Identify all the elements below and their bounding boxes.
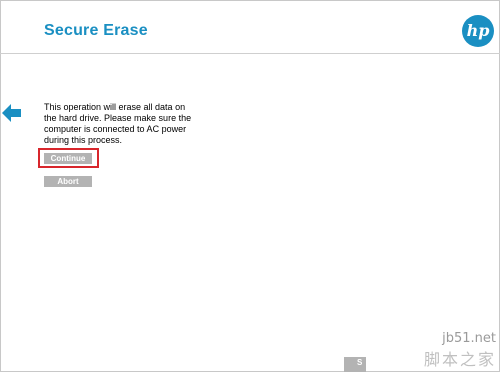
hp-logo: hp [462, 15, 494, 47]
header-divider [0, 53, 500, 54]
watermark-url: jb51.net [442, 331, 496, 346]
erase-warning-message: This operation will erase all data on th… [44, 102, 192, 145]
abort-button[interactable]: Abort [44, 176, 92, 187]
back-arrow-icon[interactable] [2, 103, 22, 123]
continue-button[interactable]: Continue [44, 153, 92, 164]
partial-bottom-button[interactable]: S [344, 357, 366, 372]
watermark-name: 脚本之家 [423, 350, 496, 369]
page-title: Secure Erase [44, 22, 148, 39]
watermark: jb51.net 脚本之家 [424, 331, 496, 370]
hp-logo-text: hp [466, 21, 490, 40]
